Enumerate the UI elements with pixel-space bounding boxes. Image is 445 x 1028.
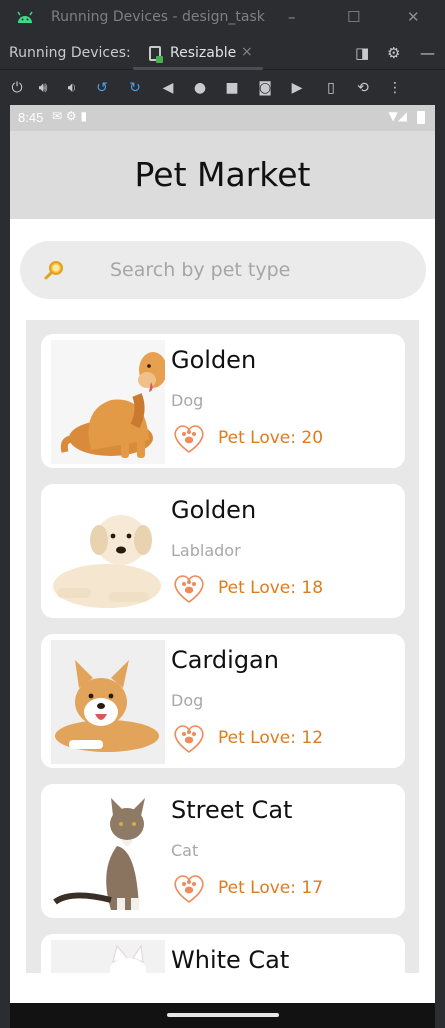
close-window-button[interactable]: ✕: [407, 8, 420, 26]
overview-icon[interactable]: ■: [222, 78, 242, 98]
pet-card[interactable]: Golden Dog Pet Love: 20: [41, 334, 405, 468]
tab-underline: [133, 67, 263, 70]
pet-type: Dog: [171, 391, 204, 410]
tab-resizable[interactable]: Resizable ×: [133, 36, 263, 70]
pet-name: Golden: [171, 346, 257, 374]
pet-card[interactable]: Golden Lablador Pet Love: 18: [41, 484, 405, 618]
pet-card[interactable]: Street Cat Cat Pet Love: 17: [41, 784, 405, 918]
search-bar[interactable]: [20, 241, 426, 299]
tab-label: Resizable: [170, 45, 237, 61]
volume-down-icon[interactable]: 🔉︎: [62, 78, 82, 98]
device-toolbar: ⏻ 🔊︎ 🔉︎ ↺ ↻ ◀ ● ■ ◙ ▶ ▯ ⟲ ⋮: [0, 71, 445, 105]
camera-icon[interactable]: ◙: [255, 78, 275, 98]
notification-icons: ✉ ⚙ ▮: [52, 109, 88, 123]
device-frame-icon[interactable]: ▯: [321, 78, 341, 98]
gear-icon[interactable]: ⚙: [387, 44, 400, 62]
home-icon[interactable]: ●: [190, 78, 210, 98]
layout-toggle-icon[interactable]: ◨: [355, 44, 369, 62]
paw-heart-icon: [174, 725, 204, 753]
pet-love-count: Pet Love: 18: [218, 578, 324, 598]
rotate-left-icon[interactable]: ↺: [92, 78, 112, 98]
pet-list[interactable]: Golden Dog Pet Love: 20 Golden Lablador …: [26, 320, 419, 973]
tab-close-icon[interactable]: ×: [241, 44, 253, 60]
pet-card[interactable]: White Cat: [41, 934, 405, 973]
pet-type: Dog: [171, 691, 204, 710]
status-bar: 8:45 ✉ ⚙ ▮ ▼◢: [10, 105, 435, 131]
pet-name: Golden: [171, 496, 257, 524]
volume-up-icon[interactable]: 🔊︎: [33, 78, 53, 98]
device-screen: 8:45 ✉ ⚙ ▮ ▼◢ Pet Market Search by pet t…: [10, 105, 435, 1028]
search-input[interactable]: [110, 253, 400, 287]
pet-card[interactable]: Cardigan Dog Pet Love: 12: [41, 634, 405, 768]
paw-heart-icon: [174, 425, 204, 453]
more-icon[interactable]: ⋮: [385, 78, 405, 98]
status-time: 8:45: [18, 110, 44, 125]
pet-type: Cat: [171, 841, 199, 860]
minimize-button[interactable]: –: [288, 8, 296, 26]
device-icon: [149, 46, 163, 63]
pet-love-count: Pet Love: 17: [218, 878, 324, 898]
back-icon[interactable]: ◀: [158, 78, 178, 98]
pet-photo: [51, 940, 165, 973]
pet-name: Street Cat: [171, 796, 293, 824]
pet-name: Cardigan: [171, 646, 279, 674]
signal-icons: ▼◢: [388, 109, 407, 123]
pet-photo: [51, 640, 165, 764]
window-title: Running Devices - design_task: [51, 9, 265, 25]
search-icon: [44, 261, 63, 280]
paw-heart-icon: [174, 575, 204, 603]
pet-photo: [51, 340, 165, 464]
power-icon[interactable]: ⏻: [7, 78, 27, 98]
running-devices-label: Running Devices:: [9, 45, 131, 61]
paw-heart-icon: [174, 875, 204, 903]
pet-photo: [51, 490, 165, 614]
screenrecord-icon[interactable]: ▶: [287, 78, 307, 98]
hide-panel-icon[interactable]: —: [420, 44, 435, 62]
battery-icon: [417, 111, 425, 124]
android-icon: [17, 11, 33, 23]
app-bar: Pet Market: [10, 131, 435, 219]
page-title: Pet Market: [134, 155, 311, 194]
pet-name: White Cat: [171, 946, 290, 973]
pet-love-count: Pet Love: 12: [218, 728, 324, 748]
pet-type: Lablador: [171, 541, 241, 560]
rotate-right-icon[interactable]: ↻: [125, 78, 145, 98]
gesture-nav-bar: [10, 1003, 435, 1028]
pet-photo: [51, 790, 165, 914]
ide-title-bar: Running Devices - design_task – ☐ ✕: [0, 0, 445, 36]
snapshot-icon[interactable]: ⟲: [353, 78, 373, 98]
home-handle[interactable]: [167, 1013, 279, 1017]
running-devices-tabbar: Running Devices: Resizable × ◨ ⚙ —: [0, 36, 445, 70]
pet-love-count: Pet Love: 20: [218, 428, 324, 448]
maximize-button[interactable]: ☐: [347, 8, 360, 26]
